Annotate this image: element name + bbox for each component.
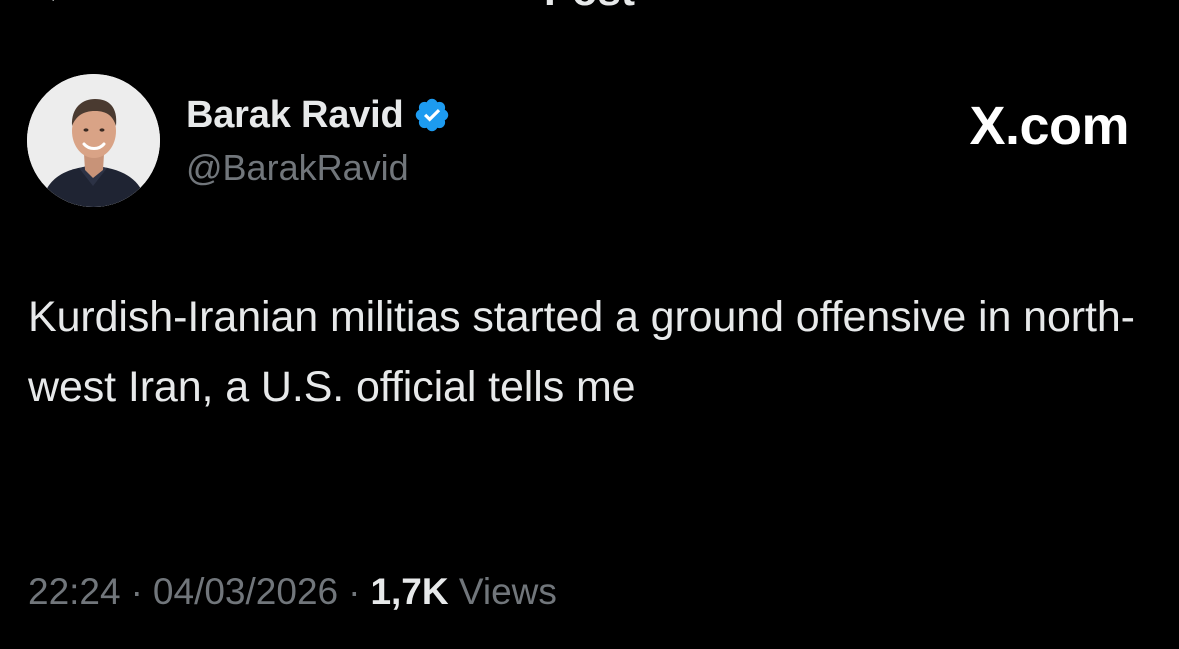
author-name-row[interactable]: Barak Ravid: [186, 92, 451, 138]
avatar-image: [27, 74, 160, 207]
page-title: Post: [0, 0, 1179, 12]
post-text: Kurdish-Iranian militias started a groun…: [28, 293, 1135, 411]
views-label: Views: [458, 571, 557, 612]
views-count: 1,7K: [370, 571, 449, 612]
post-time[interactable]: 22:24: [28, 571, 121, 612]
author-name[interactable]: Barak Ravid: [186, 92, 404, 138]
separator: ·: [130, 571, 143, 612]
separator: ·: [348, 571, 361, 612]
brand-watermark: X.com: [969, 96, 1129, 156]
post-meta: 22:24 · 04/03/2026 · 1,7K Views: [28, 568, 557, 616]
top-bar: Post: [0, 0, 1179, 14]
avatar[interactable]: [27, 74, 160, 207]
post-date[interactable]: 04/03/2026: [153, 571, 338, 612]
verified-badge-icon: [416, 98, 449, 132]
author-handle[interactable]: @BarakRavid: [186, 146, 409, 190]
